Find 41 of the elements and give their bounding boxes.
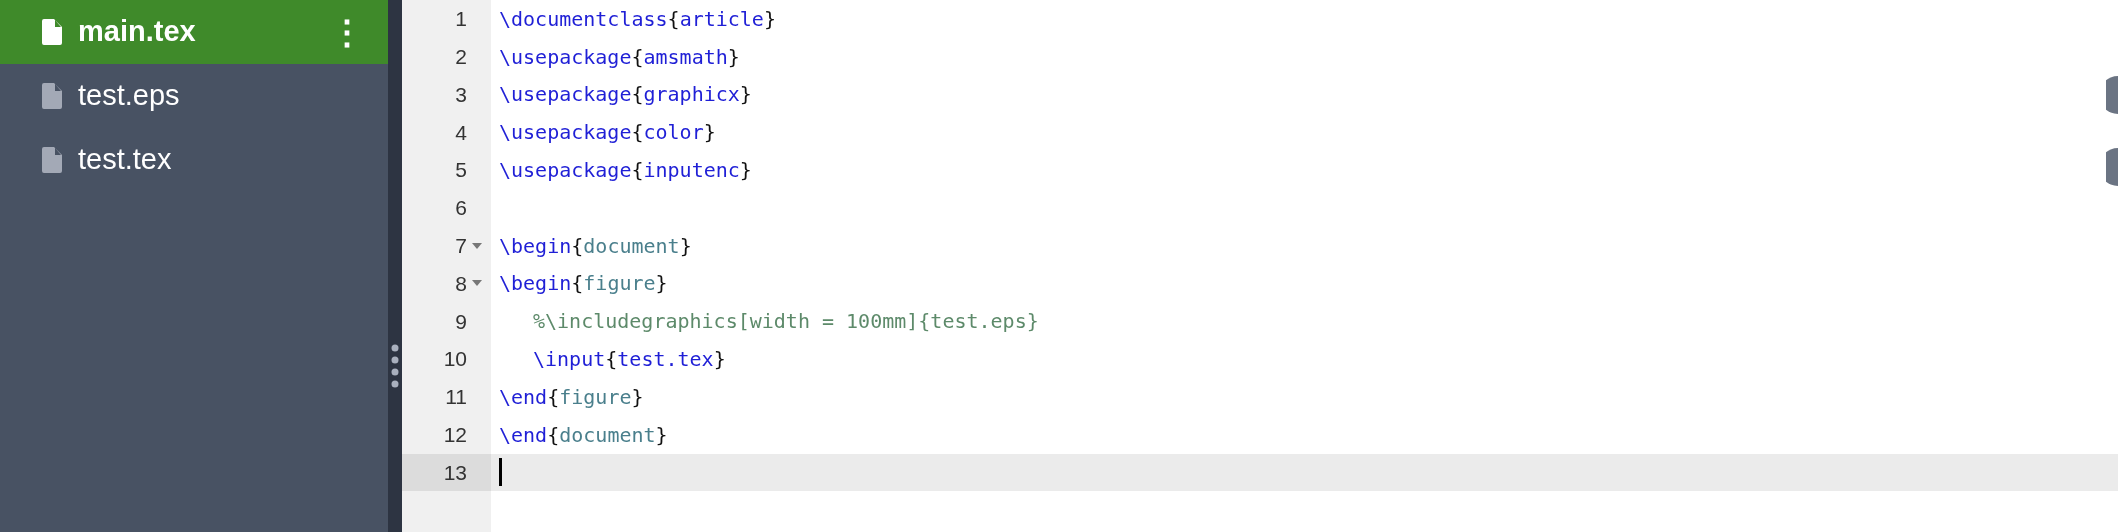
resize-handle[interactable] — [388, 0, 402, 532]
line-number: 12 — [443, 421, 467, 448]
code-line: \input{test.tex} — [533, 346, 726, 374]
drag-handle-icon — [391, 344, 399, 388]
code-line: \usepackage{graphicx} — [499, 81, 752, 109]
code-line: \usepackage{color} — [499, 119, 716, 147]
fold-arrow-icon[interactable] — [472, 280, 482, 287]
line-number: 5 — [455, 157, 467, 184]
line-number: 3 — [455, 81, 467, 108]
text-cursor — [499, 458, 502, 487]
code-line: \documentclass{article} — [499, 5, 776, 33]
file-tree-item[interactable]: main.tex ⋮ — [0, 0, 388, 64]
line-number: 11 — [445, 384, 467, 411]
line-number: 1 — [455, 6, 467, 33]
file-icon — [42, 83, 62, 109]
code-line: \end{figure} — [499, 383, 644, 411]
line-number: 6 — [455, 195, 467, 222]
line-number: 10 — [443, 346, 467, 373]
fold-arrow-icon[interactable] — [472, 242, 482, 249]
code-line: \usepackage{amsmath} — [499, 43, 740, 71]
line-number: 13 — [443, 459, 467, 486]
file-icon — [42, 147, 62, 173]
code-line: \begin{document} — [499, 232, 692, 260]
line-number: 4 — [455, 119, 467, 146]
file-name: test.tex — [78, 142, 173, 178]
line-number: 7 — [455, 232, 467, 259]
file-tree-item[interactable]: test.tex — [0, 128, 388, 192]
file-name: main.tex — [78, 14, 197, 50]
code-line: %\includegraphics[width = 100mm]{test.eps} — [533, 308, 1039, 336]
code-line: \begin{figure} — [499, 270, 668, 298]
line-number: 9 — [455, 308, 467, 335]
line-number: 2 — [455, 43, 467, 70]
side-button-icon[interactable] — [2106, 76, 2118, 114]
file-name: test.eps — [78, 78, 181, 114]
file-tree-item[interactable]: test.eps — [0, 64, 388, 128]
code-line: \end{document} — [499, 421, 668, 449]
code-line: \usepackage{inputenc} — [499, 157, 752, 185]
menu-button[interactable]: ⋮ — [322, 15, 372, 49]
side-button-icon[interactable] — [2106, 148, 2118, 186]
file-icon — [42, 19, 62, 45]
line-number: 8 — [455, 270, 467, 297]
